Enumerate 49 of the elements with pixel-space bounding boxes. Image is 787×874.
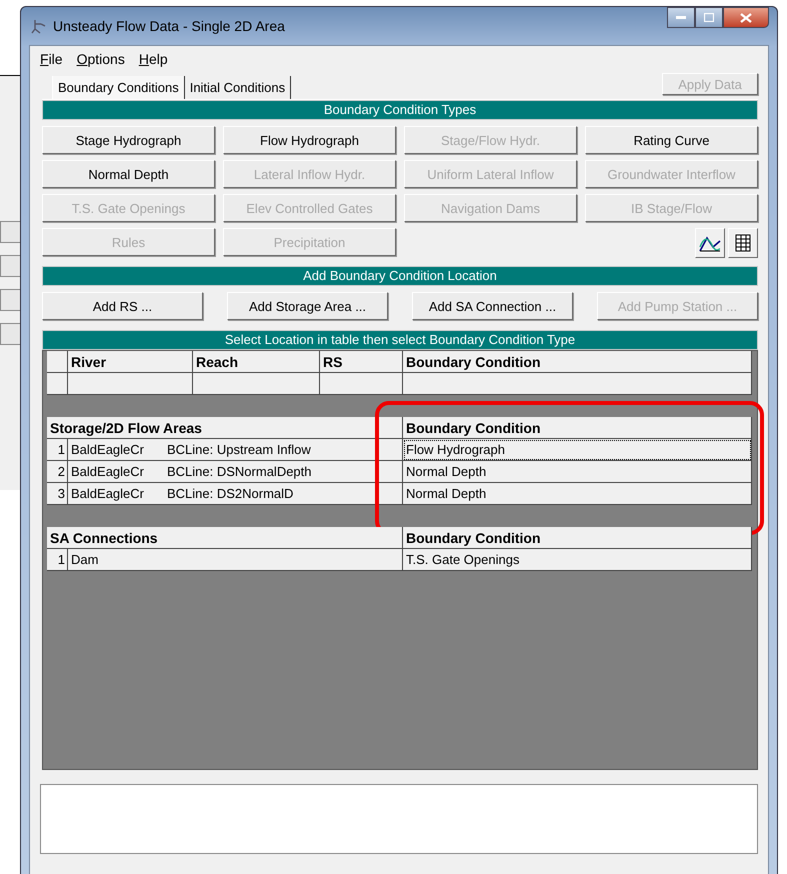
table-cell: BCLine: DS2NormalD xyxy=(167,486,294,501)
boundary-type-button[interactable]: Normal Depth xyxy=(42,160,215,188)
boundary-type-button[interactable]: Stage Hydrograph xyxy=(42,126,215,154)
table-cell-text: Dam xyxy=(71,551,100,569)
minimize-icon xyxy=(676,16,686,20)
column-header: River xyxy=(68,351,193,373)
figure-icon xyxy=(31,18,47,34)
table-cell: BCLine: Upstream Inflow xyxy=(167,442,311,457)
column-header: Boundary Condition xyxy=(403,417,752,439)
add-location-button[interactable]: Add Storage Area ... xyxy=(227,292,388,320)
column-header: Storage/2D Flow Areas xyxy=(47,417,403,439)
boundary-type-button[interactable]: Flow Hydrograph xyxy=(223,126,396,154)
table-cell-text: BaldEagleCr xyxy=(71,485,145,503)
plot-button[interactable] xyxy=(695,228,725,258)
menu-item[interactable]: Options xyxy=(76,51,125,73)
row-number: 1 xyxy=(47,439,68,461)
column-header: Reach xyxy=(193,351,320,373)
table-cell: BCLine: DSNormalDepth xyxy=(167,464,312,479)
section-header: Boundary Condition Types xyxy=(42,100,758,120)
column-header: Boundary Condition xyxy=(403,351,752,373)
add-location-button[interactable]: Add SA Connection ... xyxy=(412,292,573,320)
maximize-icon xyxy=(704,13,714,22)
table-cell[interactable]: Normal Depth xyxy=(403,461,752,483)
column-header: SA Connections xyxy=(47,527,403,549)
table-button[interactable] xyxy=(728,228,758,258)
row-number: 1 xyxy=(47,549,68,571)
column-header: RS xyxy=(320,351,403,373)
maximize-button[interactable] xyxy=(695,7,723,28)
close-icon xyxy=(740,12,752,22)
section-header: Select Location in table then select Boundary Condition Type xyxy=(42,330,758,350)
line-chart-icon xyxy=(699,234,721,252)
table-cell[interactable]: Flow Hydrograph xyxy=(403,439,752,461)
menu-item[interactable]: File xyxy=(40,51,63,73)
table-cell-text: BaldEagleCr xyxy=(71,441,145,459)
table-icon xyxy=(735,234,751,252)
row-header-cell xyxy=(47,351,68,373)
column-header: Boundary Condition xyxy=(403,527,752,549)
boundary-type-button[interactable]: Rating Curve xyxy=(585,126,758,154)
menu-item[interactable]: Help xyxy=(138,51,168,73)
section-header: Add Boundary Condition Location xyxy=(42,266,758,286)
add-location-button[interactable]: Add RS ... xyxy=(42,292,203,320)
close-button[interactable] xyxy=(723,7,769,28)
table-cell[interactable]: T.S. Gate Openings xyxy=(403,549,752,571)
minimize-button[interactable] xyxy=(667,7,695,28)
tab[interactable]: Boundary Conditions xyxy=(52,76,185,99)
table-cell-text: BaldEagleCr xyxy=(71,463,145,481)
window-title: Unsteady Flow Data - Single 2D Area xyxy=(53,18,285,34)
row-number: 2 xyxy=(47,461,68,483)
tab[interactable]: Initial Conditions xyxy=(184,76,292,99)
